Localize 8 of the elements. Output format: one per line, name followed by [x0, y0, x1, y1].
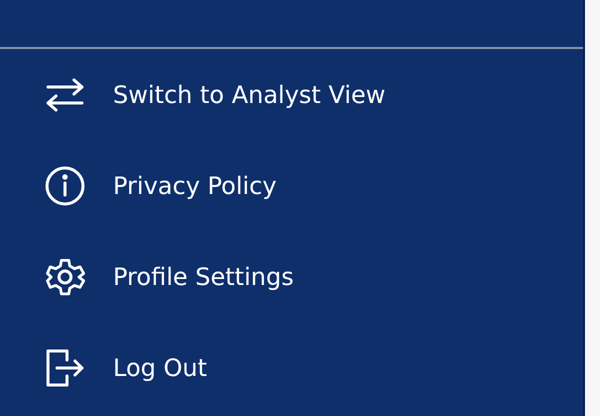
logout-icon: [45, 348, 85, 386]
settings-icon: [45, 256, 85, 296]
menu-item[interactable]: Switch to Analyst View: [0, 49, 583, 140]
menu-item[interactable]: Privacy Policy: [0, 140, 583, 231]
info-icon: [45, 166, 85, 206]
menu-item[interactable]: Profile Settings: [0, 231, 583, 322]
menu-item[interactable]: Log Out: [0, 322, 583, 413]
swap-arrows-icon: [45, 78, 85, 112]
